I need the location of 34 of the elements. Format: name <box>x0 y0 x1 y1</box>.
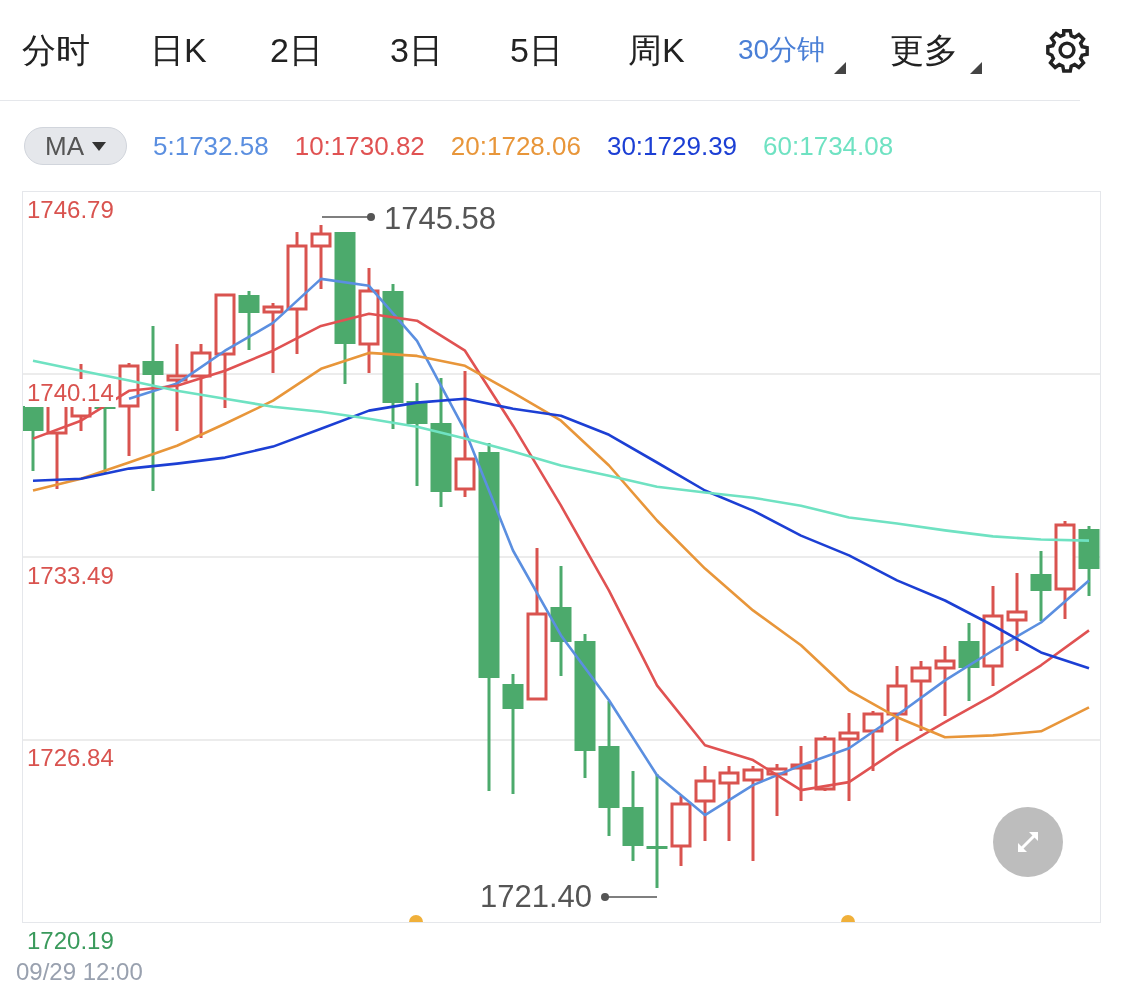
candlestick <box>862 711 884 771</box>
period-tab[interactable]: 3日 <box>390 20 510 80</box>
caret-icon <box>92 141 106 151</box>
period-tab[interactable]: 日K <box>150 20 270 80</box>
moving-average-value: 10:1730.82 <box>294 129 425 163</box>
candlestick <box>934 646 956 716</box>
moving-average-value: 20:1728.06 <box>450 129 581 163</box>
high-price-label: 1745.58 <box>384 202 497 236</box>
period-tab[interactable]: 30分钟 <box>738 20 890 80</box>
candlestick <box>670 796 692 866</box>
candlestick <box>1030 551 1052 621</box>
low-price-label: 1721.40 <box>480 880 593 914</box>
indicator-dropdown[interactable]: MA <box>24 127 127 165</box>
candlestick <box>910 661 932 731</box>
candlestick <box>814 736 836 791</box>
moving-average-value: 5:1732.58 <box>153 129 269 163</box>
time-axis-label: 09/29 12:00 <box>16 958 143 984</box>
candlestick <box>310 225 332 289</box>
period-tab[interactable]: 2日 <box>270 20 390 80</box>
candlestick <box>238 291 260 350</box>
candlestick <box>262 303 284 373</box>
settings-icon[interactable] <box>1044 27 1090 73</box>
period-tab[interactable]: 分时 <box>22 20 150 80</box>
period-tab[interactable]: 周K <box>628 20 738 80</box>
moving-average-value: 60:1734.08 <box>763 129 894 163</box>
price-axis-label: 1740.14 <box>25 378 116 407</box>
candlestick <box>790 746 812 801</box>
candlestick <box>1078 526 1100 596</box>
period-tab[interactable]: 5日 <box>510 20 628 80</box>
high-marker-pointer <box>321 213 375 221</box>
candlestick <box>766 764 788 816</box>
period-tab[interactable]: 更多 <box>890 20 1040 80</box>
low-marker-pointer <box>601 893 658 901</box>
moving-average-value: 30:1729.39 <box>606 129 738 163</box>
